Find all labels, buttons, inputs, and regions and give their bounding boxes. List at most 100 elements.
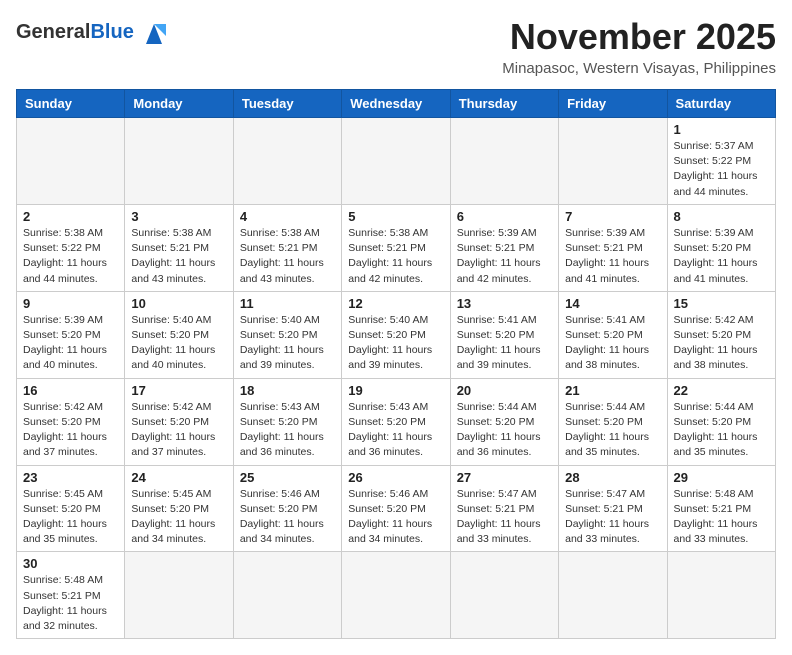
calendar-cell (125, 118, 233, 205)
calendar-cell: 25 Sunrise: 5:46 AM Sunset: 5:20 PM Dayli… (233, 465, 341, 552)
calendar-cell: 19Sunrise: 5:43 AM Sunset: 5:20 PM Dayli… (342, 378, 450, 465)
calendar-cell (233, 552, 341, 639)
calendar-table: SundayMondayTuesdayWednesdayThursdayFrid… (16, 89, 776, 639)
calendar-cell: 4Sunrise: 5:38 AM Sunset: 5:21 PM Daylig… (233, 204, 341, 291)
cell-date-number: 28 (565, 470, 660, 485)
calendar-cell: 15 Sunrise: 5:42 AM Sunset: 5:20 PM Dayli… (667, 291, 775, 378)
cell-date-number: 11 (240, 296, 335, 311)
cell-info: Sunrise: 5:43 AM Sunset: 5:20 PM Dayligh… (240, 400, 335, 461)
calendar-cell: 30Sunrise: 5:48 AM Sunset: 5:21 PM Dayli… (17, 552, 125, 639)
calendar-cell (342, 118, 450, 205)
cell-info: Sunrise: 5:48 AM Sunset: 5:21 PM Dayligh… (23, 573, 118, 634)
title-area: November 2025 Minapasoc, Western Visayas… (502, 16, 776, 77)
cell-info: Sunrise: 5:40 AM Sunset: 5:20 PM Dayligh… (348, 313, 443, 374)
cell-date-number: 16 (23, 383, 118, 398)
cell-date-number: 12 (348, 296, 443, 311)
logo-blue-text: Blue (90, 21, 133, 44)
cell-date-number: 18 (240, 383, 335, 398)
cell-date-number: 3 (131, 209, 226, 224)
cell-info: Sunrise: 5:40 AM Sunset: 5:20 PM Dayligh… (240, 313, 335, 374)
calendar-cell: 1 Sunrise: 5:37 AM Sunset: 5:22 PM Daylig… (667, 118, 775, 205)
cell-date-number: 20 (457, 383, 552, 398)
cell-info: Sunrise: 5:47 AM Sunset: 5:21 PM Dayligh… (457, 487, 552, 548)
cell-info: Sunrise: 5:44 AM Sunset: 5:20 PM Dayligh… (674, 400, 769, 461)
calendar-cell: 2Sunrise: 5:38 AM Sunset: 5:22 PM Daylig… (17, 204, 125, 291)
calendar-cell: 27 Sunrise: 5:47 AM Sunset: 5:21 PM Dayli… (450, 465, 558, 552)
cell-info: Sunrise: 5:38 AM Sunset: 5:22 PM Dayligh… (23, 226, 118, 287)
calendar-cell: 10Sunrise: 5:40 AM Sunset: 5:20 PM Dayli… (125, 291, 233, 378)
cell-info: Sunrise: 5:38 AM Sunset: 5:21 PM Dayligh… (348, 226, 443, 287)
cell-date-number: 24 (131, 470, 226, 485)
logo-general-text: General (16, 21, 90, 44)
cell-date-number: 25 (240, 470, 335, 485)
calendar-week-row: 1 Sunrise: 5:37 AM Sunset: 5:22 PM Daylig… (17, 118, 776, 205)
cell-info: Sunrise: 5:46 AM Sunset: 5:20 PM Dayligh… (348, 487, 443, 548)
calendar-header-row: SundayMondayTuesdayWednesdayThursdayFrid… (17, 90, 776, 118)
location-subtitle: Minapasoc, Western Visayas, Philippines (502, 60, 776, 77)
cell-date-number: 17 (131, 383, 226, 398)
header: General Blue November 2025 Minapasoc, We… (16, 16, 776, 77)
month-title: November 2025 (502, 16, 776, 58)
day-header-thursday: Thursday (450, 90, 558, 118)
calendar-week-row: 23Sunrise: 5:45 AM Sunset: 5:20 PM Dayli… (17, 465, 776, 552)
calendar-cell: 23Sunrise: 5:45 AM Sunset: 5:20 PM Dayli… (17, 465, 125, 552)
calendar-cell: 5Sunrise: 5:38 AM Sunset: 5:21 PM Daylig… (342, 204, 450, 291)
cell-info: Sunrise: 5:44 AM Sunset: 5:20 PM Dayligh… (457, 400, 552, 461)
calendar-cell: 17Sunrise: 5:42 AM Sunset: 5:20 PM Dayli… (125, 378, 233, 465)
calendar-cell: 8Sunrise: 5:39 AM Sunset: 5:20 PM Daylig… (667, 204, 775, 291)
calendar-cell: 7 Sunrise: 5:39 AM Sunset: 5:21 PM Daylig… (559, 204, 667, 291)
cell-date-number: 21 (565, 383, 660, 398)
calendar-cell: 29Sunrise: 5:48 AM Sunset: 5:21 PM Dayli… (667, 465, 775, 552)
calendar-cell: 22 Sunrise: 5:44 AM Sunset: 5:20 PM Dayli… (667, 378, 775, 465)
calendar-week-row: 30Sunrise: 5:48 AM Sunset: 5:21 PM Dayli… (17, 552, 776, 639)
calendar-cell (450, 552, 558, 639)
cell-date-number: 13 (457, 296, 552, 311)
cell-info: Sunrise: 5:48 AM Sunset: 5:21 PM Dayligh… (674, 487, 769, 548)
calendar-cell: 12 Sunrise: 5:40 AM Sunset: 5:20 PM Dayli… (342, 291, 450, 378)
calendar-cell: 21 Sunrise: 5:44 AM Sunset: 5:20 PM Dayli… (559, 378, 667, 465)
cell-info: Sunrise: 5:42 AM Sunset: 5:20 PM Dayligh… (674, 313, 769, 374)
cell-date-number: 19 (348, 383, 443, 398)
cell-date-number: 1 (674, 122, 769, 137)
calendar-week-row: 9Sunrise: 5:39 AM Sunset: 5:20 PM Daylig… (17, 291, 776, 378)
cell-info: Sunrise: 5:38 AM Sunset: 5:21 PM Dayligh… (240, 226, 335, 287)
cell-date-number: 6 (457, 209, 552, 224)
calendar-cell: 24 Sunrise: 5:45 AM Sunset: 5:20 PM Dayli… (125, 465, 233, 552)
cell-date-number: 14 (565, 296, 660, 311)
calendar-cell (667, 552, 775, 639)
day-header-tuesday: Tuesday (233, 90, 341, 118)
cell-date-number: 27 (457, 470, 552, 485)
cell-date-number: 15 (674, 296, 769, 311)
cell-info: Sunrise: 5:38 AM Sunset: 5:21 PM Dayligh… (131, 226, 226, 287)
calendar-cell: 14Sunrise: 5:41 AM Sunset: 5:20 PM Dayli… (559, 291, 667, 378)
cell-info: Sunrise: 5:46 AM Sunset: 5:20 PM Dayligh… (240, 487, 335, 548)
logo-icon (138, 16, 170, 48)
calendar-cell: 28 Sunrise: 5:47 AM Sunset: 5:21 PM Dayli… (559, 465, 667, 552)
calendar-cell: 6Sunrise: 5:39 AM Sunset: 5:21 PM Daylig… (450, 204, 558, 291)
day-header-sunday: Sunday (17, 90, 125, 118)
cell-info: Sunrise: 5:39 AM Sunset: 5:21 PM Dayligh… (565, 226, 660, 287)
calendar-cell (17, 118, 125, 205)
cell-info: Sunrise: 5:37 AM Sunset: 5:22 PM Dayligh… (674, 139, 769, 200)
cell-info: Sunrise: 5:45 AM Sunset: 5:20 PM Dayligh… (23, 487, 118, 548)
calendar-week-row: 2Sunrise: 5:38 AM Sunset: 5:22 PM Daylig… (17, 204, 776, 291)
calendar-cell: 26 Sunrise: 5:46 AM Sunset: 5:20 PM Dayli… (342, 465, 450, 552)
cell-date-number: 22 (674, 383, 769, 398)
calendar-week-row: 16Sunrise: 5:42 AM Sunset: 5:20 PM Dayli… (17, 378, 776, 465)
calendar-cell (559, 552, 667, 639)
cell-date-number: 9 (23, 296, 118, 311)
cell-date-number: 7 (565, 209, 660, 224)
calendar-cell (342, 552, 450, 639)
cell-date-number: 26 (348, 470, 443, 485)
logo-area: General Blue (16, 16, 170, 48)
calendar-cell: 3 Sunrise: 5:38 AM Sunset: 5:21 PM Daylig… (125, 204, 233, 291)
day-header-wednesday: Wednesday (342, 90, 450, 118)
calendar-cell: 11 Sunrise: 5:40 AM Sunset: 5:20 PM Dayli… (233, 291, 341, 378)
cell-info: Sunrise: 5:45 AM Sunset: 5:20 PM Dayligh… (131, 487, 226, 548)
day-header-friday: Friday (559, 90, 667, 118)
cell-info: Sunrise: 5:44 AM Sunset: 5:20 PM Dayligh… (565, 400, 660, 461)
cell-info: Sunrise: 5:47 AM Sunset: 5:21 PM Dayligh… (565, 487, 660, 548)
calendar-cell: 9Sunrise: 5:39 AM Sunset: 5:20 PM Daylig… (17, 291, 125, 378)
cell-date-number: 8 (674, 209, 769, 224)
cell-date-number: 10 (131, 296, 226, 311)
